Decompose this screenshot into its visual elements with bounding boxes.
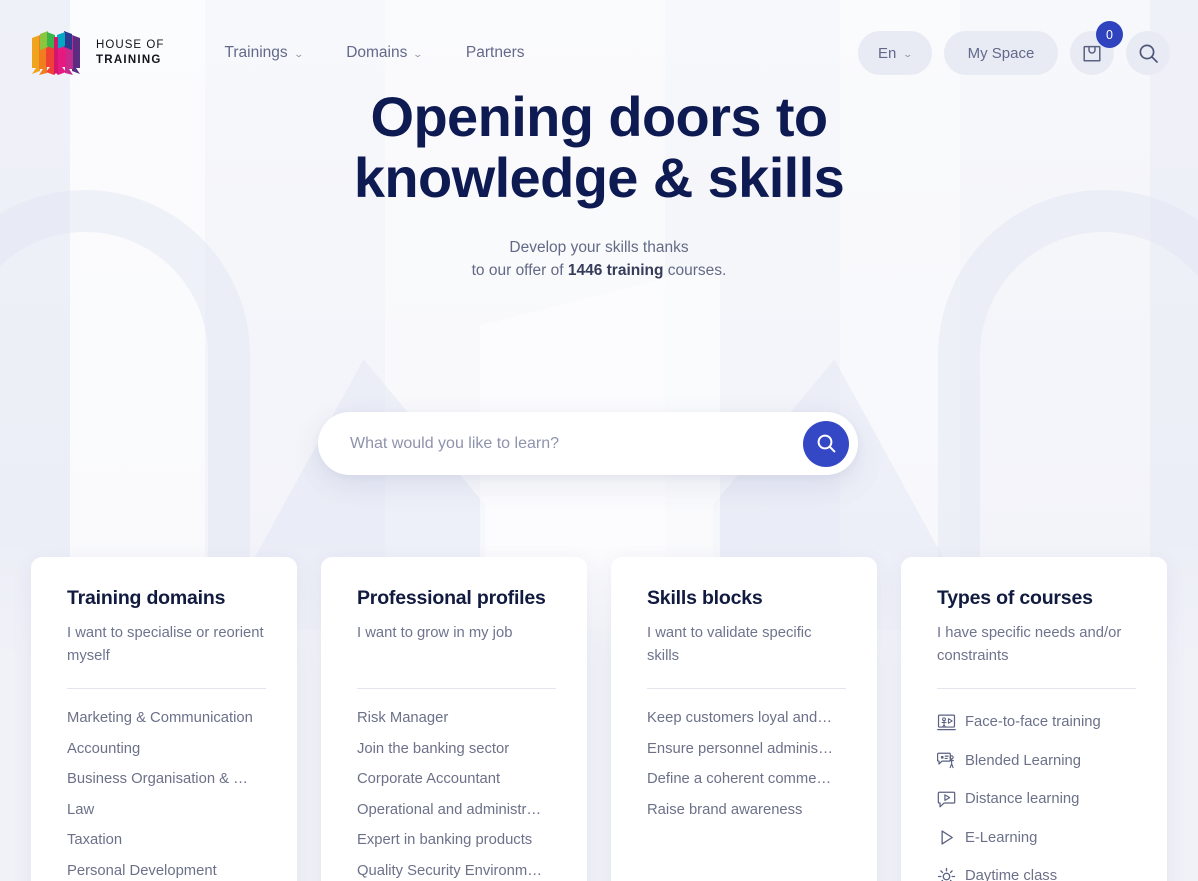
sun-icon <box>937 867 956 881</box>
card-subtitle: I have specific needs and/or constraints <box>937 625 1122 664</box>
list-item[interactable]: Marketing & Communication <box>67 703 266 734</box>
card-title: Training domains <box>67 587 226 609</box>
list-item-e-learning[interactable]: E-Learning <box>937 819 1136 858</box>
nav-item-domains[interactable]: Domains ⌄ <box>346 44 424 62</box>
card-skills-blocks: Skills blocks I want to validate specifi… <box>611 557 877 881</box>
hero-title-line-2: knowledge & skills <box>353 146 845 209</box>
list-item[interactable]: Define a coherent comme… <box>647 764 846 795</box>
list-item-blended-learning[interactable]: Blended Learning <box>937 742 1136 781</box>
list-item-label: Blended Learning <box>965 752 1082 769</box>
chevron-down-icon: ⌄ <box>293 48 304 59</box>
hero-sub-line-1: Develop your skills thanks <box>509 239 689 256</box>
nav-item-label: Domains <box>346 44 408 61</box>
shopping-bag-icon <box>1083 45 1101 62</box>
nav-item-label: Partners <box>465 44 525 61</box>
card-training-domains: Training domains I want to specialise or… <box>31 557 297 881</box>
hero-sub-count: 1446 training <box>567 262 664 279</box>
nav-item-partners[interactable]: Partners <box>466 44 525 62</box>
nav-item-label: Trainings <box>224 44 288 61</box>
card-link-list: Marketing & Communication Accounting Bus… <box>67 703 266 881</box>
card-divider <box>357 688 556 689</box>
list-item-label: Distance learning <box>965 791 1080 807</box>
hero-subtitle: Develop your skills thanks to our offer … <box>0 236 1198 282</box>
card-professional-profiles: Professional profiles I want to grow in … <box>321 557 587 881</box>
chevron-down-icon: ⌄ <box>412 48 424 59</box>
language-selector[interactable]: En ⌄ <box>858 31 932 75</box>
list-item[interactable]: Law <box>67 795 266 826</box>
card-divider <box>647 688 846 689</box>
cart-badge: 0 <box>1096 21 1123 48</box>
list-item-distance-learning[interactable]: Distance learning <box>937 780 1136 819</box>
bubble-person-icon <box>937 752 954 769</box>
card-link-list: Face-to-face training Blended Learning D… <box>937 703 1136 881</box>
search-input[interactable] <box>350 434 803 453</box>
brand-line-2: TRAINING <box>96 54 162 66</box>
search-icon <box>817 434 835 453</box>
card-subtitle: I want to specialise or reorient myself <box>67 625 264 664</box>
quick-links-cards: Training domains I want to specialise or… <box>31 557 1167 881</box>
chevron-down-icon: ⌄ <box>902 48 914 59</box>
card-title: Professional profiles <box>357 587 546 609</box>
brand-line-1: HOUSE OF <box>96 38 165 51</box>
open-book-logo-icon <box>32 31 80 75</box>
brand-wordmark: HOUSE OF TRAINING <box>96 38 164 68</box>
presentation-person-icon <box>937 714 956 730</box>
search-icon <box>1139 44 1158 63</box>
list-item[interactable]: Join the banking sector <box>357 734 556 765</box>
list-item[interactable]: Raise brand awareness <box>647 795 846 826</box>
cart-button[interactable]: 0 <box>1070 21 1123 75</box>
card-divider <box>937 688 1136 689</box>
play-triangle-icon <box>941 830 953 845</box>
list-item-label: E-Learning <box>965 829 1038 846</box>
list-item-daytime-class[interactable]: Daytime class <box>937 857 1136 881</box>
site-header: HOUSE OF TRAINING Trainings ⌄ Domains ⌄ … <box>0 0 1198 106</box>
search-submit-button[interactable] <box>803 420 849 467</box>
card-title: Skills blocks <box>647 587 763 609</box>
list-item[interactable]: Risk Manager <box>357 703 556 734</box>
language-label: En <box>878 44 897 62</box>
list-item[interactable]: Expert in banking products <box>357 825 556 856</box>
list-item[interactable]: Personal Development <box>67 856 266 881</box>
list-item[interactable]: Operational and administr… <box>357 795 556 826</box>
card-link-list: Risk Manager Join the banking sector Cor… <box>357 703 556 881</box>
header-search-button[interactable] <box>1126 31 1170 75</box>
card-subtitle: I want to validate specific skills <box>647 625 812 664</box>
header-actions: En ⌄ My Space 0 <box>858 21 1170 75</box>
hero-sub-prefix: to our offer of <box>471 262 568 279</box>
card-divider <box>67 688 266 689</box>
my-space-label: My Space <box>967 44 1035 62</box>
list-item-face-to-face[interactable]: Face-to-face training <box>937 703 1136 742</box>
main-navigation: Trainings ⌄ Domains ⌄ Partners <box>224 44 524 62</box>
hero-sub-suffix: courses. <box>663 262 727 279</box>
list-item[interactable]: Ensure personnel adminis… <box>647 734 846 765</box>
list-item[interactable]: Business Organisation & … <box>67 764 266 795</box>
list-item[interactable]: Accounting <box>67 734 266 765</box>
card-types-of-courses: Types of courses I have specific needs a… <box>901 557 1167 881</box>
list-item[interactable]: Taxation <box>67 825 266 856</box>
hero-search-bar[interactable] <box>318 412 858 475</box>
list-item-label: Face-to-face training <box>965 714 1101 730</box>
list-item[interactable]: Corporate Accountant <box>357 764 556 795</box>
card-link-list: Keep customers loyal and… Ensure personn… <box>647 703 846 825</box>
list-item-label: Daytime class <box>965 868 1058 881</box>
card-title: Types of courses <box>937 587 1093 609</box>
brand-logo-link[interactable]: HOUSE OF TRAINING <box>30 27 164 79</box>
card-subtitle: I want to grow in my job <box>357 625 513 641</box>
my-space-button[interactable]: My Space <box>944 31 1058 75</box>
nav-item-trainings[interactable]: Trainings ⌄ <box>224 44 304 62</box>
list-item[interactable]: Keep customers loyal and… <box>647 703 846 734</box>
list-item[interactable]: Quality Security Environm… <box>357 856 556 881</box>
bubble-play-icon <box>937 791 956 808</box>
